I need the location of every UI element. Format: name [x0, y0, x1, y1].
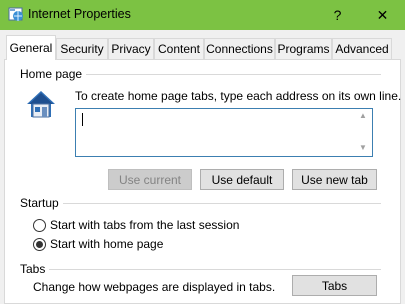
close-button[interactable]: ✕ [360, 0, 405, 30]
tab-content[interactable]: Content [154, 38, 204, 59]
tabs-divider [20, 269, 381, 270]
title-bar[interactable]: Internet Properties ? ✕ [0, 0, 405, 30]
use-default-button[interactable]: Use default [200, 169, 284, 190]
home-page-group-label: Home page [20, 67, 87, 81]
startup-option-home-page[interactable]: Start with home page [33, 237, 163, 251]
use-new-tab-button[interactable]: Use new tab [292, 169, 377, 190]
startup-group-label: Startup [20, 196, 63, 210]
internet-properties-dialog: Internet Properties ? ✕ General Security… [0, 0, 405, 304]
tab-general[interactable]: General [6, 35, 56, 60]
tabs-description: Change how webpages are displayed in tab… [33, 280, 276, 294]
internet-globe-icon [8, 7, 23, 21]
use-current-button[interactable]: Use current [108, 169, 192, 190]
tab-advanced[interactable]: Advanced [332, 38, 392, 59]
tab-security[interactable]: Security [56, 38, 108, 59]
radio-button-selected[interactable] [33, 237, 46, 251]
tabs-settings-button[interactable]: Tabs [292, 275, 377, 296]
tab-connections[interactable]: Connections [204, 38, 275, 59]
home-page-textarea[interactable]: ▲ ▼ [75, 108, 373, 157]
home-page-instruction: To create home page tabs, type each addr… [75, 89, 402, 103]
scroll-up-arrow-icon[interactable]: ▲ [359, 111, 367, 120]
tab-privacy[interactable]: Privacy [108, 38, 154, 59]
window-title: Internet Properties [28, 7, 131, 21]
startup-divider [20, 203, 381, 204]
startup-option-last-session[interactable]: Start with tabs from the last session [33, 218, 239, 232]
startup-option-label: Start with home page [50, 237, 164, 251]
vertical-scrollbar[interactable]: ▲ ▼ [356, 109, 372, 156]
radio-button[interactable] [33, 218, 46, 232]
scroll-down-arrow-icon[interactable]: ▼ [359, 143, 367, 152]
tab-programs[interactable]: Programs [275, 38, 332, 59]
house-icon [27, 91, 55, 118]
text-caret [82, 113, 83, 126]
help-button[interactable]: ? [315, 0, 360, 30]
tabs-group-label: Tabs [20, 262, 50, 276]
startup-option-label: Start with tabs from the last session [50, 218, 240, 232]
